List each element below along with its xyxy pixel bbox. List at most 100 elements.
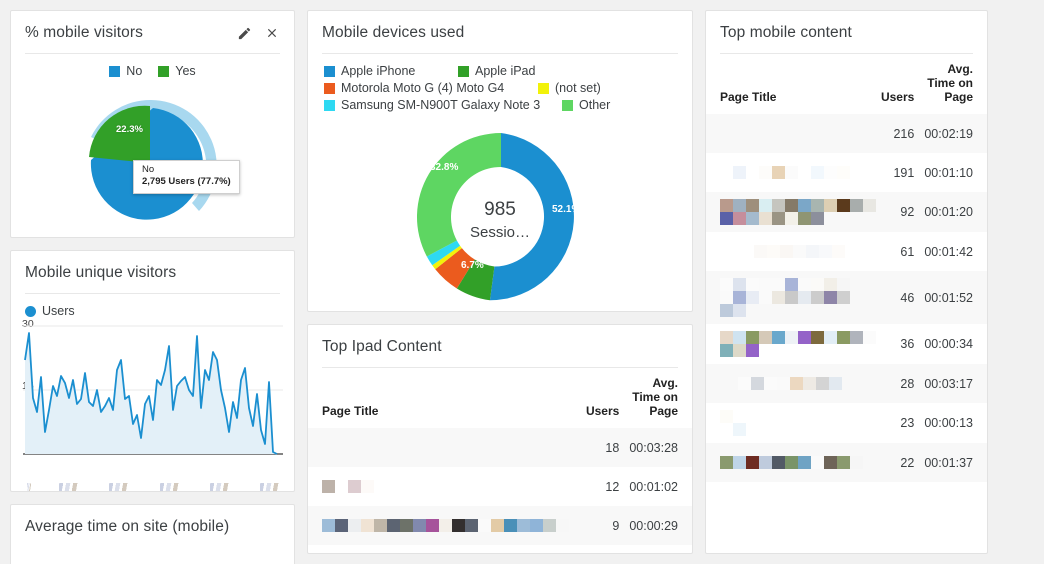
redacted-page-title: [720, 166, 880, 179]
col-line-3: Page: [649, 404, 678, 418]
table-row[interactable]: 46 00:01:52: [706, 271, 987, 324]
redacted-page-title: [322, 480, 585, 493]
legend-item-motorola-moto-g4[interactable]: Motorola Moto G (4) Moto G4: [324, 81, 524, 95]
card-top-mobile-content: Top mobile content Page Title Users Avg.…: [705, 10, 988, 554]
cell-users: 9: [585, 506, 630, 545]
cell-avg-time: 00:00:13: [924, 416, 973, 430]
cell-users: 92: [880, 192, 925, 232]
col-line-2: Time on: [927, 76, 973, 90]
column-header-users[interactable]: Users: [881, 54, 925, 114]
donut-slice-apple-iphone[interactable]: [489, 133, 574, 301]
column-header-avg-time-on-page[interactable]: Avg. Time on Page: [924, 54, 987, 114]
legend-swatch-icon: [538, 82, 549, 94]
legend-swatch-icon: [324, 99, 335, 111]
table-body: 18 00:03:28 12 00:01:02 9 00:00:29: [308, 428, 692, 545]
cell-page-title[interactable]: [308, 428, 586, 467]
cell-page-title[interactable]: [706, 443, 881, 482]
legend-label: Apple iPad: [475, 64, 536, 78]
card-header: Average time on site (mobile): [11, 505, 294, 547]
table-header: Page Title Users Avg. Time on Page: [308, 368, 692, 428]
cell-page-title[interactable]: [706, 324, 881, 364]
legend-item-other[interactable]: Other: [562, 98, 610, 112]
cell-page-title[interactable]: [308, 467, 585, 506]
close-icon[interactable]: [264, 25, 280, 41]
legend-item-apple-iphone[interactable]: Apple iPhone: [324, 64, 444, 78]
line-chart[interactable]: 30 15: [11, 318, 294, 480]
cell-avg-time: 00:01:20: [924, 192, 987, 232]
pencil-icon[interactable]: [236, 25, 252, 41]
column-header-page-title[interactable]: Page Title: [308, 368, 585, 428]
page-title: Top Ipad Content: [322, 338, 442, 355]
cell-page-title[interactable]: [706, 364, 881, 403]
cell-page-title[interactable]: [706, 403, 881, 443]
cell-page-title[interactable]: [706, 192, 881, 232]
legend-item-no[interactable]: No: [109, 64, 142, 78]
dashboard-column-left: % mobile visitors No Yes 22.3% No 2,795 …: [10, 10, 295, 564]
redacted-page-title: [720, 199, 876, 225]
table-row[interactable]: 216 00:02:19: [706, 114, 987, 153]
cell-users: 46: [880, 271, 925, 324]
donut-label-apple-ipad: 6.7%: [461, 260, 484, 271]
col-line-3: Page: [944, 90, 973, 104]
cell-page-title[interactable]: [706, 114, 881, 153]
cell-avg-time: 00:01:10: [924, 165, 973, 180]
legend-label: Samsung SM-N900T Galaxy Note 3: [341, 98, 541, 112]
x-tick-label: [209, 483, 232, 491]
cell-avg-time: 00:03:17: [924, 364, 987, 403]
card-mobile-unique-visitors: Mobile unique visitors Users 30 15: [10, 250, 295, 492]
cell-users: 191: [893, 165, 915, 180]
legend-swatch-icon: [324, 65, 335, 77]
donut-chart-svg: [416, 133, 574, 301]
chart-legend: Users: [11, 294, 294, 320]
column-header-avg-time-on-page[interactable]: Avg. Time on Page: [629, 368, 692, 428]
pie-tooltip: No 2,795 Users (77.7%): [133, 160, 240, 194]
legend-item-users[interactable]: Users: [25, 304, 75, 318]
table-row[interactable]: 92 00:01:20: [706, 192, 987, 232]
cell-page-title[interactable]: [308, 506, 586, 545]
page-title: Average time on site (mobile): [25, 518, 230, 535]
legend-item-yes[interactable]: Yes: [158, 64, 196, 78]
legend-swatch-icon: [562, 99, 573, 111]
legend-label: Yes: [175, 64, 196, 78]
donut-slice-other[interactable]: [416, 133, 501, 257]
table-row[interactable]: 22 00:01:37: [706, 443, 987, 482]
cell-page-title[interactable]: [706, 232, 881, 271]
pie-chart[interactable]: 22.3% No 2,795 Users (77.7%): [11, 84, 294, 234]
cell-page-title[interactable]: [706, 153, 881, 192]
cell-page-title[interactable]: [706, 271, 881, 324]
legend-item-apple-ipad[interactable]: Apple iPad: [458, 64, 535, 78]
redacted-page-title: [322, 519, 580, 532]
line-chart-svg: [23, 325, 283, 455]
table-row[interactable]: 191 00:01:10: [706, 153, 987, 192]
legend-item-not-set[interactable]: (not set): [538, 81, 601, 95]
legend-item-samsung-galaxy-note-3[interactable]: Samsung SM-N900T Galaxy Note 3: [324, 98, 548, 112]
legend-label: Users: [42, 304, 75, 318]
cell-users: 36: [900, 337, 915, 351]
cell-avg-time: 00:01:02: [629, 479, 678, 494]
table-row[interactable]: 9 00:00:29: [308, 506, 692, 545]
donut-chart[interactable]: 52.1% 6.7% 32.8% 985 Sessio…: [308, 120, 692, 311]
x-tick-label: [259, 483, 282, 491]
table-row[interactable]: 61 00:01:42: [706, 232, 987, 271]
legend-dot-icon: [25, 305, 36, 317]
page-title: Top mobile content: [720, 24, 852, 41]
cell-users: 18: [585, 428, 630, 467]
x-tick-label: [159, 483, 182, 491]
card-top-ipad-content: Top Ipad Content Page Title Users Avg. T…: [307, 324, 693, 554]
table-row[interactable]: 12 00:01:02: [308, 467, 692, 506]
table-row[interactable]: 28 00:03:17: [706, 364, 987, 403]
cell-users: 28: [880, 364, 925, 403]
table-row[interactable]: 18 00:03:28: [308, 428, 692, 467]
redacted-page-title: [720, 278, 860, 317]
table-row[interactable]: 36 00:00:34: [706, 324, 987, 364]
redacted-page-title: [720, 456, 880, 469]
cell-avg-time: 00:01:42: [924, 244, 973, 259]
dashboard-column-middle: Mobile devices used Apple iPhone Apple i…: [307, 10, 693, 554]
column-header-users[interactable]: Users: [585, 368, 629, 428]
column-header-page-title[interactable]: Page Title: [706, 54, 881, 114]
x-tick-label: [109, 483, 132, 491]
legend-swatch-icon: [158, 65, 170, 77]
donut-label-apple-iphone: 52.1%: [552, 204, 581, 215]
table-row[interactable]: 23 00:00:13: [706, 403, 987, 443]
page-title: Mobile unique visitors: [25, 264, 177, 281]
